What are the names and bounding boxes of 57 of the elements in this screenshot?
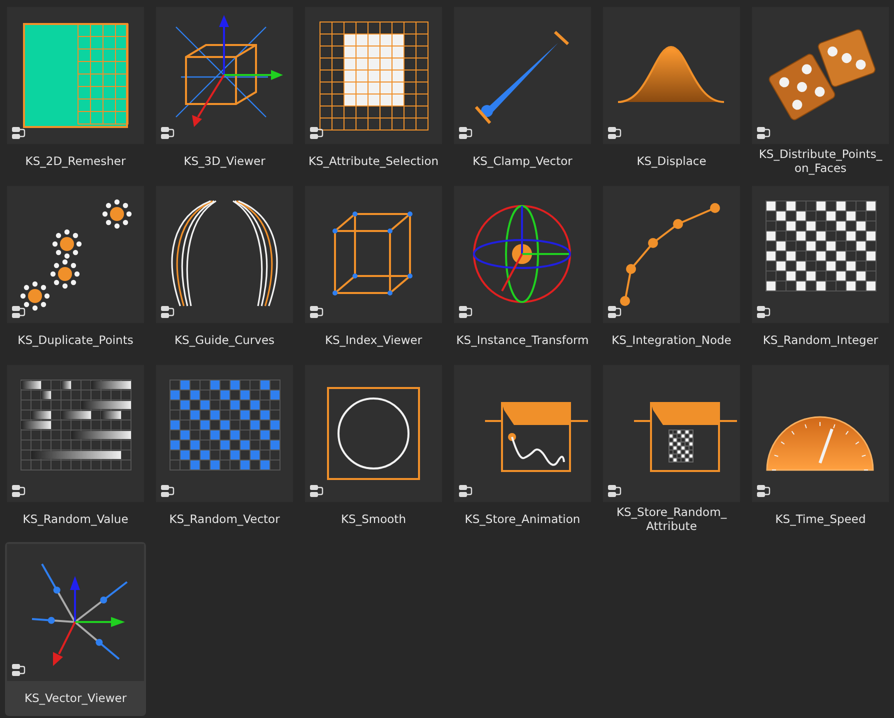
asset-name: KS_Random_Integer [762,332,878,346]
asset-name: KS_Attribute_Selection [308,154,439,168]
asset-tile[interactable]: KS_Integration_Node [601,184,742,358]
node-group-icon [309,484,324,498]
asset-tile[interactable]: KS_Displace [601,5,742,179]
asset-name: KS_Store_Animation [464,512,580,526]
asset-tile[interactable]: KS_Time_Speed [750,363,891,537]
asset-tile[interactable]: KS_Random_Vector [154,363,295,537]
node-group-icon [458,126,473,140]
node-group-icon [160,484,175,498]
node-group-icon [607,126,622,140]
asset-tile[interactable]: KS_Index_Viewer [303,184,444,358]
node-group-icon [160,126,175,140]
asset-tile[interactable]: KS_Vector_Viewer [5,542,146,716]
asset-name: KS_Clamp_Vector [472,154,572,168]
node-group-icon [160,305,175,319]
node-group-icon [11,305,26,319]
asset-tile[interactable]: KS_Store_Random_Attribute [601,363,742,537]
asset-name: KS_Distribute_Points_on_Faces [758,146,884,174]
asset-name: KS_Vector_Viewer [24,690,127,704]
asset-tile[interactable]: KS_Smooth [303,363,444,537]
node-group-icon [11,484,26,498]
node-group-icon [458,484,473,498]
asset-tile[interactable]: KS_Random_Integer [750,184,891,358]
asset-name: KS_Smooth [341,512,406,526]
asset-tile[interactable]: KS_Duplicate_Points [5,184,146,358]
node-group-icon [756,126,771,140]
asset-tile[interactable]: KS_Distribute_Points_on_Faces [750,5,891,179]
node-group-icon [458,305,473,319]
asset-tile[interactable]: KS_Store_Animation [452,363,593,537]
node-group-icon [11,663,26,677]
asset-name: KS_Random_Value [22,512,128,526]
asset-name: KS_Store_Random_Attribute [615,504,728,532]
node-group-icon [756,484,771,498]
asset-name: KS_Duplicate_Points [18,332,134,346]
asset-tile[interactable]: KS_Clamp_Vector [452,5,593,179]
asset-name: KS_Guide_Curves [174,332,275,346]
asset-tile[interactable]: KS_Random_Value [5,363,146,537]
asset-name: KS_Index_Viewer [324,332,422,346]
asset-name: KS_3D_Viewer [184,154,266,168]
node-group-icon [309,126,324,140]
node-group-icon [309,305,324,319]
node-group-icon [11,126,26,140]
asset-name: KS_2D_Remesher [25,154,126,168]
asset-tile[interactable]: KS_3D_Viewer [154,5,295,179]
asset-name: KS_Displace [636,154,706,168]
asset-name: KS_Random_Vector [169,512,280,526]
asset-tile[interactable]: KS_Attribute_Selection [303,5,444,179]
asset-name: KS_Instance_Transform [456,332,589,346]
node-group-icon [607,484,622,498]
asset-tile[interactable]: KS_2D_Remesher [5,5,146,179]
node-group-icon [607,305,622,319]
asset-tile[interactable]: KS_Guide_Curves [154,184,295,358]
asset-name: KS_Integration_Node [612,332,732,346]
asset-name: KS_Time_Speed [775,512,866,526]
asset-tile[interactable]: KS_Instance_Transform [452,184,593,358]
node-group-icon [756,305,771,319]
